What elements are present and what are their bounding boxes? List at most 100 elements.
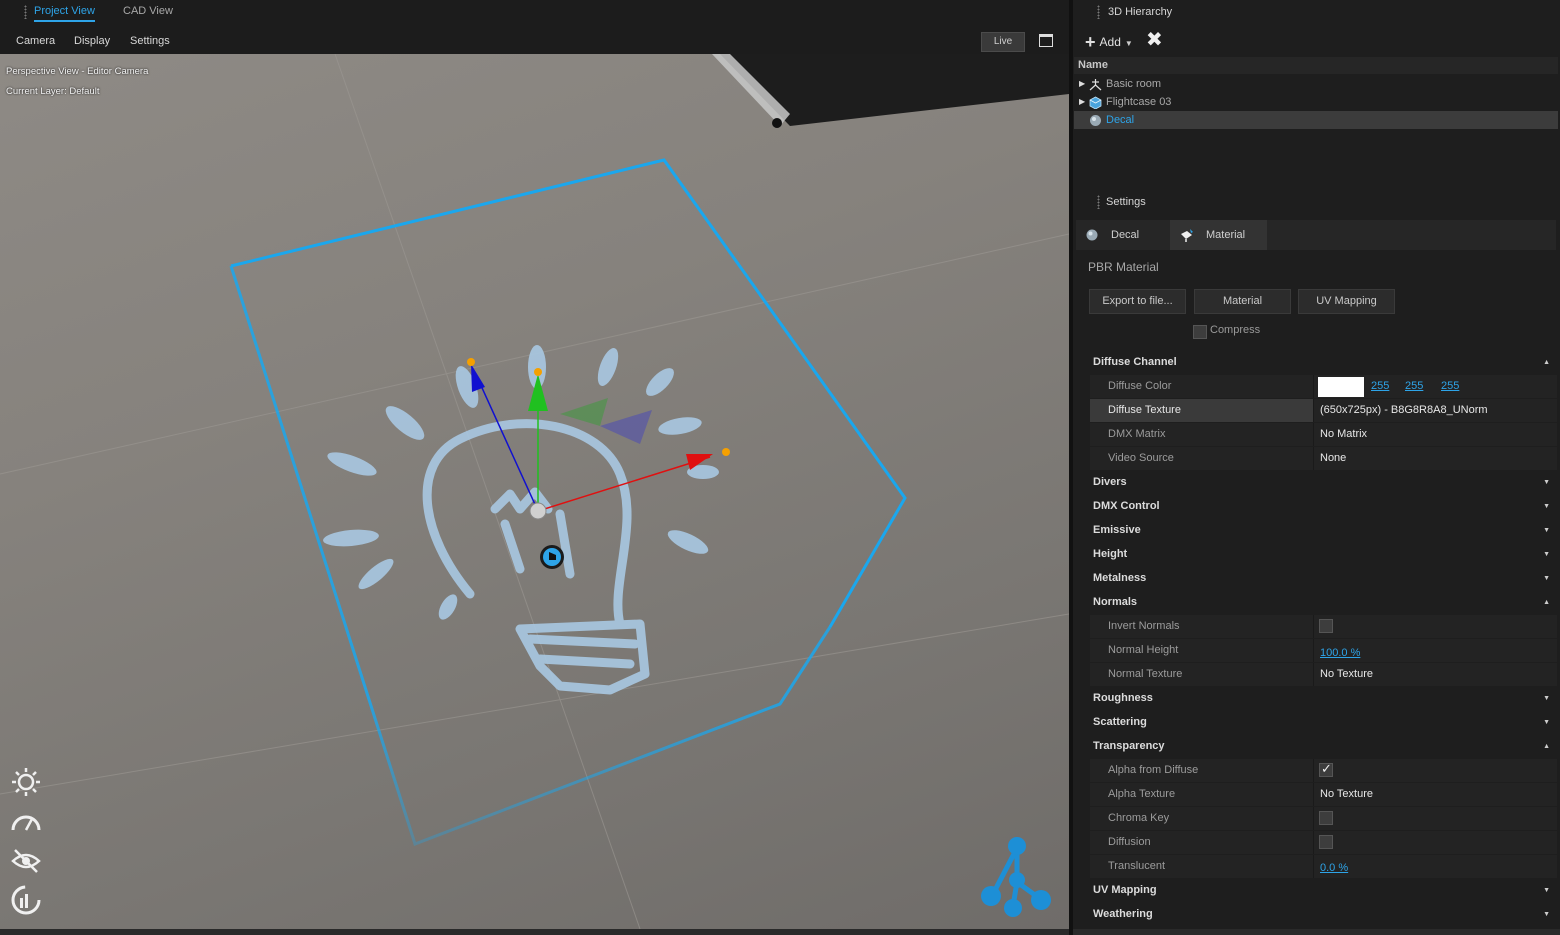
section-metalness[interactable]: Metalness ▼ [1090, 567, 1560, 590]
invert-normals-checkbox[interactable] [1319, 619, 1333, 633]
tab-project-view[interactable]: Project View [34, 5, 95, 22]
export-to-file-button[interactable]: Export to file... [1089, 289, 1186, 314]
row-diffusion: Diffusion [1090, 831, 1557, 854]
diffusion-label: Diffusion [1090, 831, 1314, 854]
section-title: Normals [1093, 596, 1138, 608]
section-title: Diffuse Channel [1093, 356, 1177, 368]
section-normals[interactable]: Normals ▲ [1090, 591, 1560, 614]
chroma-key-checkbox[interactable] [1319, 811, 1333, 825]
lightbulb-decal[interactable] [422, 419, 650, 695]
video-source-value[interactable]: None [1320, 447, 1346, 470]
tree-item-label: Basic room [1106, 78, 1162, 90]
viewport-camera-info: Perspective View - Editor Camera [6, 66, 149, 77]
section-title: DMX Control [1093, 500, 1160, 512]
section-dmx-control[interactable]: DMX Control ▼ [1090, 495, 1560, 518]
section-title: Height [1093, 548, 1128, 560]
uv-mapping-button[interactable]: UV Mapping [1298, 289, 1395, 314]
menu-settings[interactable]: Settings [130, 35, 170, 47]
viewport-menu-bar: Camera Display Settings [0, 26, 1069, 54]
add-label: Add [1099, 35, 1121, 49]
section-emissive[interactable]: Emissive ▼ [1090, 519, 1560, 542]
speedometer-icon[interactable] [10, 806, 42, 838]
chevron-up-icon: ▲ [1543, 743, 1550, 750]
diffuse-color-swatch[interactable] [1318, 377, 1364, 397]
translucent-value[interactable]: 0.0 % [1320, 857, 1348, 880]
flightcase-object[interactable] [712, 54, 1069, 128]
alpha-from-diffuse-checkbox[interactable] [1319, 761, 1333, 777]
section-title: Divers [1093, 476, 1127, 488]
section-uv-mapping[interactable]: UV Mapping ▼ [1090, 879, 1560, 902]
hierarchy-column-name[interactable]: Name [1074, 57, 1558, 74]
tab-cad-view[interactable]: CAD View [123, 5, 173, 20]
chevron-down-icon: ▼ [1543, 911, 1550, 918]
settings-title: Settings [1106, 196, 1146, 208]
section-roughness[interactable]: Roughness ▼ [1090, 687, 1560, 710]
chevron-down-icon: ▼ [1543, 527, 1550, 534]
tree-item-decal[interactable]: Decal [1074, 111, 1558, 129]
section-title: Roughness [1093, 692, 1153, 704]
section-diffuse-channel[interactable]: Diffuse Channel ▲ [1090, 351, 1560, 374]
view-tab-bar: Project View CAD View [0, 0, 1069, 26]
tab-material[interactable]: Material [1170, 220, 1267, 250]
live-button[interactable]: Live [981, 32, 1025, 52]
decal-rays [323, 345, 719, 620]
delete-icon[interactable]: ✖ [1146, 29, 1163, 51]
invert-normals-label: Invert Normals [1090, 615, 1314, 638]
expand-arrow-icon[interactable]: ▶ [1079, 93, 1085, 111]
material-button[interactable]: Material [1194, 289, 1291, 314]
diffuse-texture-value[interactable]: (650x725px) - B8G8R8A8_UNorm [1320, 399, 1488, 422]
row-invert-normals: Invert Normals [1090, 615, 1557, 638]
drag-grip[interactable] [24, 5, 27, 19]
add-button[interactable]: + Add ▼ [1085, 32, 1133, 52]
tab-decal[interactable]: Decal [1076, 220, 1170, 250]
diffuse-color-b[interactable]: 255 [1441, 375, 1459, 398]
diffusion-checkbox[interactable] [1319, 835, 1333, 849]
section-title: Transparency [1093, 740, 1165, 752]
diffuse-color-r[interactable]: 255 [1371, 375, 1389, 398]
tree-item-flightcase[interactable]: ▶ Flightcase 03 [1074, 93, 1558, 111]
viewport-layer-info: Current Layer: Default [6, 86, 100, 97]
normal-texture-value[interactable]: No Texture [1320, 663, 1373, 686]
tree-item-basic-room[interactable]: ▶ Basic room [1074, 75, 1558, 93]
row-dmx-matrix: DMX Matrix No Matrix [1090, 423, 1557, 446]
project-view-panel: Project View CAD View Camera Display Set… [0, 0, 1069, 935]
drag-grip[interactable] [1097, 195, 1100, 209]
row-chroma-key: Chroma Key [1090, 807, 1557, 830]
chevron-down-icon: ▼ [1543, 887, 1550, 894]
section-weathering[interactable]: Weathering ▼ [1090, 903, 1560, 926]
alpha-from-diffuse-label: Alpha from Diffuse [1090, 759, 1314, 782]
row-alpha-from-diffuse: Alpha from Diffuse [1090, 759, 1557, 782]
expand-arrow-icon[interactable]: ▶ [1079, 75, 1085, 93]
sun-icon[interactable] [10, 766, 42, 798]
menu-display[interactable]: Display [74, 35, 110, 47]
translucent-label: Translucent [1090, 855, 1314, 878]
dmx-matrix-value[interactable]: No Matrix [1320, 423, 1367, 446]
tree-item-label: Flightcase 03 [1106, 96, 1172, 108]
normal-height-value[interactable]: 100.0 % [1320, 642, 1360, 665]
section-transparency[interactable]: Transparency ▲ [1090, 735, 1560, 758]
compress-label: Compress [1210, 324, 1261, 336]
3d-viewport[interactable]: Perspective View - Editor Camera Current… [0, 54, 1069, 929]
paint-bucket-icon [1181, 229, 1193, 242]
section-divers[interactable]: Divers ▼ [1090, 471, 1560, 494]
decal-icon [1090, 115, 1101, 126]
drag-grip[interactable] [1097, 5, 1100, 19]
section-scattering[interactable]: Scattering ▼ [1090, 711, 1560, 734]
row-normal-texture: Normal Texture No Texture [1090, 663, 1557, 686]
diffuse-color-g[interactable]: 255 [1405, 375, 1423, 398]
tab-decal-label: Decal [1111, 229, 1140, 241]
maximize-icon[interactable] [1039, 34, 1053, 47]
performance-gauge-icon[interactable] [10, 884, 42, 916]
chevron-down-icon: ▼ [1543, 695, 1550, 702]
visibility-icon[interactable] [10, 845, 42, 877]
alpha-texture-value[interactable]: No Texture [1320, 783, 1373, 806]
viewport-scene [0, 54, 1069, 929]
chevron-up-icon: ▲ [1543, 599, 1550, 606]
section-height[interactable]: Height ▼ [1090, 543, 1560, 566]
tree-item-label: Decal [1106, 114, 1135, 126]
menu-camera[interactable]: Camera [16, 35, 55, 47]
section-title: Emissive [1093, 524, 1141, 536]
row-diffuse-texture[interactable]: Diffuse Texture (650x725px) - B8G8R8A8_U… [1090, 399, 1557, 422]
compress-checkbox[interactable] [1193, 325, 1207, 339]
section-title: Metalness [1093, 572, 1147, 584]
